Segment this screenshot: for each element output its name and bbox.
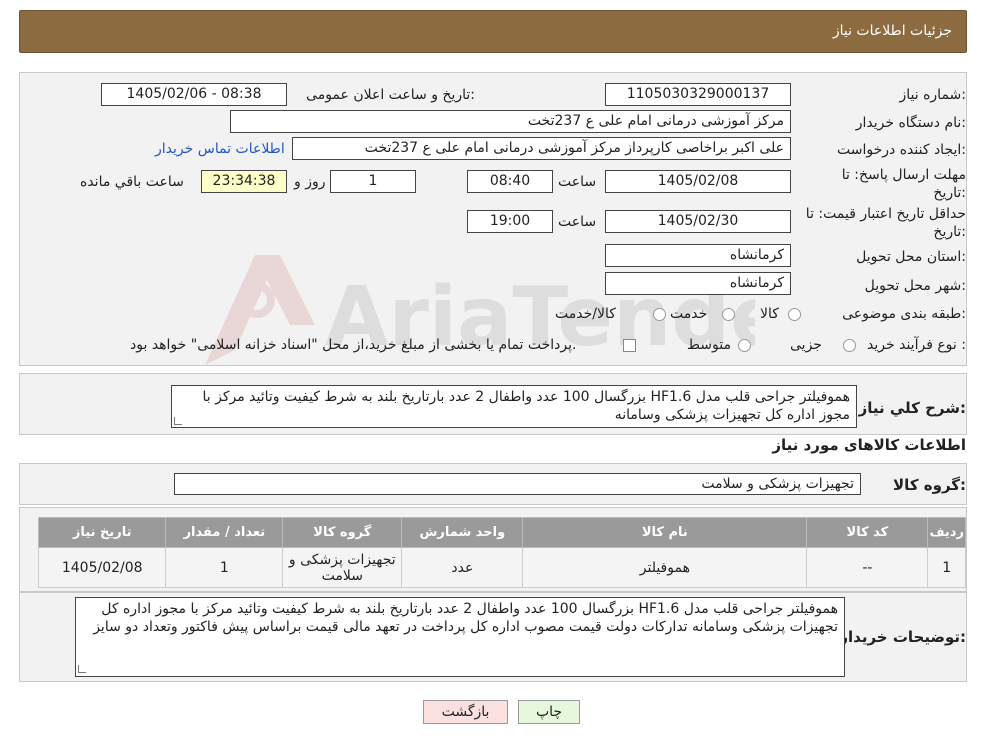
col-name: نام کالا: [522, 517, 808, 548]
category-service-radio[interactable]: [722, 308, 735, 321]
deadline-time-label: ساعت: [558, 174, 597, 190]
purchase-medium-label: متوسط: [687, 337, 731, 353]
buyer-notes-text: هموفیلتر جراحی قلب مدل HF1.6 بزرگسال 100…: [93, 601, 838, 635]
purchase-partial-radio[interactable]: [843, 339, 856, 352]
price-validity-time-label: ساعت: [558, 214, 597, 230]
remaining-time-field: 23:34:38: [201, 170, 287, 193]
deadline-time-field: 08:40: [467, 170, 553, 193]
city-label: شهر محل تحویل:: [864, 278, 966, 294]
cell-code: --: [806, 547, 929, 588]
resize-handle-icon[interactable]: [174, 417, 182, 425]
price-validity-time-field: 19:00: [467, 210, 553, 233]
cell-qty: 1: [165, 547, 284, 588]
goods-group-field: تجهیزات پزشکی و سلامت: [174, 473, 861, 495]
table-header-row: ردیف کد کالا نام کالا واحد شمارش گروه کا…: [37, 517, 966, 548]
buyer-org-field: مرکز آموزشی درمانی امام علی ع 237تخت: [230, 110, 791, 133]
page-header: جزئیات اطلاعات نیاز: [19, 10, 967, 53]
col-unit: واحد شمارش: [401, 517, 524, 548]
days-field: 1: [330, 170, 416, 193]
print-button[interactable]: چاپ: [518, 700, 580, 724]
purchase-type-label: نوع فرآیند خرید :: [867, 337, 966, 353]
creator-field: علی اکبر براخاصی کارپرداز مرکز آموزشی در…: [292, 137, 791, 160]
need-number-label: شماره نیاز:: [899, 87, 966, 103]
summary-text-field: هموفیلتر جراحی قلب مدل HF1.6 بزرگسال 100…: [171, 385, 857, 428]
cell-row: 1: [927, 547, 966, 588]
cell-unit: عدد: [401, 547, 524, 588]
purchase-medium-radio[interactable]: [738, 339, 751, 352]
need-number-field: 1105030329000137: [605, 83, 791, 106]
city-field: کرمانشاه: [605, 272, 791, 295]
deadline-label-date: تاریخ:: [933, 185, 966, 201]
cell-date: 1405/02/08: [37, 547, 167, 588]
category-service-label: خدمت: [670, 306, 708, 322]
deadline-date-field: 1405/02/08: [605, 170, 791, 193]
category-label: طبقه بندی موضوعی:: [842, 306, 966, 322]
table-row: 1 -- هموفیلتر عدد تجهیزات پزشکی و سلامت …: [37, 547, 966, 588]
purchase-note: پرداخت تمام یا بخشی از مبلغ خرید،از محل …: [130, 337, 577, 353]
col-group: گروه کالا: [282, 517, 403, 548]
goods-section-title: اطلاعات کالاهای مورد نیاز: [772, 436, 966, 454]
remaining-label: ساعت باقي مانده: [80, 174, 184, 190]
purchase-partial-label: جزیی: [790, 337, 822, 353]
price-validity-date-field: 1405/02/30: [605, 210, 791, 233]
col-qty: تعداد / مقدار: [165, 517, 284, 548]
resize-handle-icon[interactable]: [78, 665, 86, 673]
back-button[interactable]: بازگشت: [423, 700, 508, 724]
buyer-org-label: نام دستگاه خریدار:: [855, 115, 966, 131]
days-label: روز و: [294, 174, 326, 190]
buyer-notes-field: هموفیلتر جراحی قلب مدل HF1.6 بزرگسال 100…: [75, 597, 845, 677]
page-title: جزئیات اطلاعات نیاز: [832, 23, 952, 39]
col-code: کد کالا: [806, 517, 929, 548]
cell-name: هموفیلتر: [522, 547, 808, 588]
summary-label: شرح کلي نياز:: [858, 399, 966, 417]
category-goods-radio[interactable]: [788, 308, 801, 321]
goods-group-label: گروه کالا:: [893, 476, 966, 494]
buyer-contact-link[interactable]: اطلاعات تماس خریدار: [155, 141, 285, 157]
col-row: ردیف: [927, 517, 966, 548]
treasury-checkbox[interactable]: [623, 339, 636, 352]
summary-text: هموفیلتر جراحی قلب مدل HF1.6 بزرگسال 100…: [202, 389, 851, 423]
col-date: تاریخ نیاز: [37, 517, 167, 548]
province-field: کرمانشاه: [605, 244, 791, 267]
province-label: استان محل تحویل:: [856, 249, 966, 265]
category-goods-service-radio[interactable]: [653, 308, 666, 321]
creator-label: ایجاد کننده درخواست:: [837, 142, 966, 158]
announce-label: تاریخ و ساعت اعلان عمومی:: [306, 87, 475, 103]
price-validity-label: حداقل تاریخ اعتبار قیمت: تا: [805, 206, 966, 222]
announce-field: 1405/02/06 - 08:38: [101, 83, 287, 106]
category-goods-service-label: کالا/خدمت: [555, 306, 616, 322]
items-table: ردیف کد کالا نام کالا واحد شمارش گروه کا…: [37, 517, 966, 588]
cell-group: تجهیزات پزشکی و سلامت: [282, 547, 403, 588]
category-goods-label: کالا: [760, 306, 779, 322]
buyer-notes-label: توضیحات خریدار:: [839, 628, 966, 646]
deadline-label: مهلت ارسال پاسخ: تا: [841, 167, 966, 183]
price-validity-label-date: تاریخ:: [933, 224, 966, 240]
